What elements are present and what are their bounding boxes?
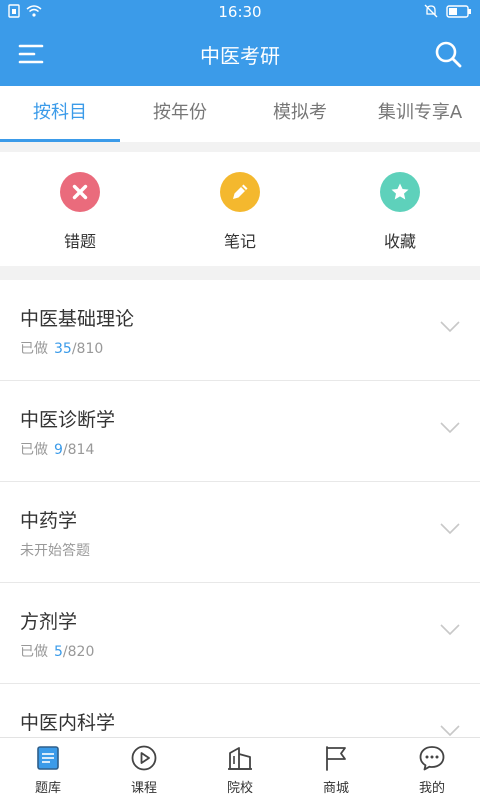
page-title: 中医考研 xyxy=(200,44,280,68)
subject-name: 中医内科学 xyxy=(20,712,116,734)
chevron-down-icon[interactable] xyxy=(440,624,460,636)
subject-name: 中药学 xyxy=(20,510,78,532)
search-icon xyxy=(435,41,462,68)
battery-icon xyxy=(446,4,471,18)
progress-prefix: 已做 xyxy=(20,644,48,660)
wrong-questions-label: 错题 xyxy=(63,232,96,251)
screen: 16:30 中医考研 按科目 按年份 模拟考 集训专享A 错题 笔记 收藏 中医… xyxy=(0,0,480,800)
chevron-down-icon[interactable] xyxy=(440,321,460,333)
nav-label: 我的 xyxy=(418,781,445,796)
progress-prefix: 未开始答题 xyxy=(20,543,90,559)
subject-progress: 已做 35/810 xyxy=(20,338,103,358)
progress-total: /810 xyxy=(71,341,104,357)
status-time: 16:30 xyxy=(218,3,262,21)
play-icon xyxy=(131,745,157,771)
chevron-down-icon[interactable] xyxy=(440,523,460,535)
subject-progress: 已做 9/814 xyxy=(20,439,94,459)
tab-by-subject[interactable]: 按科目 xyxy=(0,86,120,142)
question-bank-icon xyxy=(37,746,59,770)
subject-name: 中医基础理论 xyxy=(20,308,135,330)
bottom-nav: 题库 课程 院校 商城 我的 xyxy=(0,737,480,800)
nav-label: 院校 xyxy=(226,781,253,796)
nav-courses[interactable]: 课程 xyxy=(96,738,192,800)
subject-list: 中医基础理论 已做 35/810 中医诊断学 已做 9/814 中药学 未开始答题 … xyxy=(0,280,480,785)
status-right xyxy=(424,4,472,18)
favorites-label: 收藏 xyxy=(383,232,416,251)
progress-prefix: 已做 xyxy=(20,341,48,357)
progress-done: 35 xyxy=(54,341,72,357)
nav-store[interactable]: 商城 xyxy=(288,738,384,800)
progress-done: 9 xyxy=(54,442,63,458)
close-icon xyxy=(60,172,100,212)
nav-schools[interactable]: 院校 xyxy=(192,738,288,800)
tab-training-exclusive[interactable]: 集训专享A xyxy=(360,86,480,142)
list-item[interactable]: 中医基础理论 已做 35/810 xyxy=(0,280,480,381)
chevron-down-icon[interactable] xyxy=(440,422,460,434)
search-button[interactable] xyxy=(432,38,464,70)
chat-bubble-icon xyxy=(419,746,445,771)
building-icon xyxy=(228,747,252,770)
progress-total: /814 xyxy=(62,442,95,458)
nav-profile[interactable]: 我的 xyxy=(384,738,480,800)
subject-progress: 已做 5/820 xyxy=(20,641,94,661)
nav-question-bank[interactable]: 题库 xyxy=(0,738,96,800)
category-tabs: 按科目 按年份 模拟考 集训专享A xyxy=(0,86,480,142)
subject-name: 中医诊断学 xyxy=(20,409,116,431)
nav-label: 题库 xyxy=(34,781,61,796)
status-bar: 16:30 xyxy=(0,0,480,24)
top-bar: 16:30 中医考研 xyxy=(0,0,480,86)
app-header: 中医考研 xyxy=(0,24,480,86)
list-item[interactable]: 中医诊断学 已做 9/814 xyxy=(0,381,480,482)
progress-total: /820 xyxy=(62,644,95,660)
notes-button[interactable]: 笔记 xyxy=(160,152,320,266)
chevron-down-icon[interactable] xyxy=(440,725,460,737)
wrong-questions-button[interactable]: 错题 xyxy=(0,152,160,266)
mute-bell-icon xyxy=(424,4,438,18)
flag-icon xyxy=(326,746,346,771)
nav-label: 课程 xyxy=(130,781,157,796)
pencil-icon xyxy=(220,172,260,212)
subject-name: 方剂学 xyxy=(20,611,78,633)
favorites-button[interactable]: 收藏 xyxy=(320,152,480,266)
tab-mock-exam[interactable]: 模拟考 xyxy=(240,86,360,142)
subject-progress: 未开始答题 xyxy=(20,540,90,560)
list-item[interactable]: 中药学 未开始答题 xyxy=(0,482,480,583)
star-icon xyxy=(380,172,420,212)
progress-prefix: 已做 xyxy=(20,442,48,458)
tab-by-year[interactable]: 按年份 xyxy=(120,86,240,142)
list-item[interactable]: 方剂学 已做 5/820 xyxy=(0,583,480,684)
nav-label: 商城 xyxy=(322,781,349,796)
quick-actions: 错题 笔记 收藏 xyxy=(0,152,480,266)
notes-label: 笔记 xyxy=(223,232,256,251)
progress-done: 5 xyxy=(54,644,63,660)
